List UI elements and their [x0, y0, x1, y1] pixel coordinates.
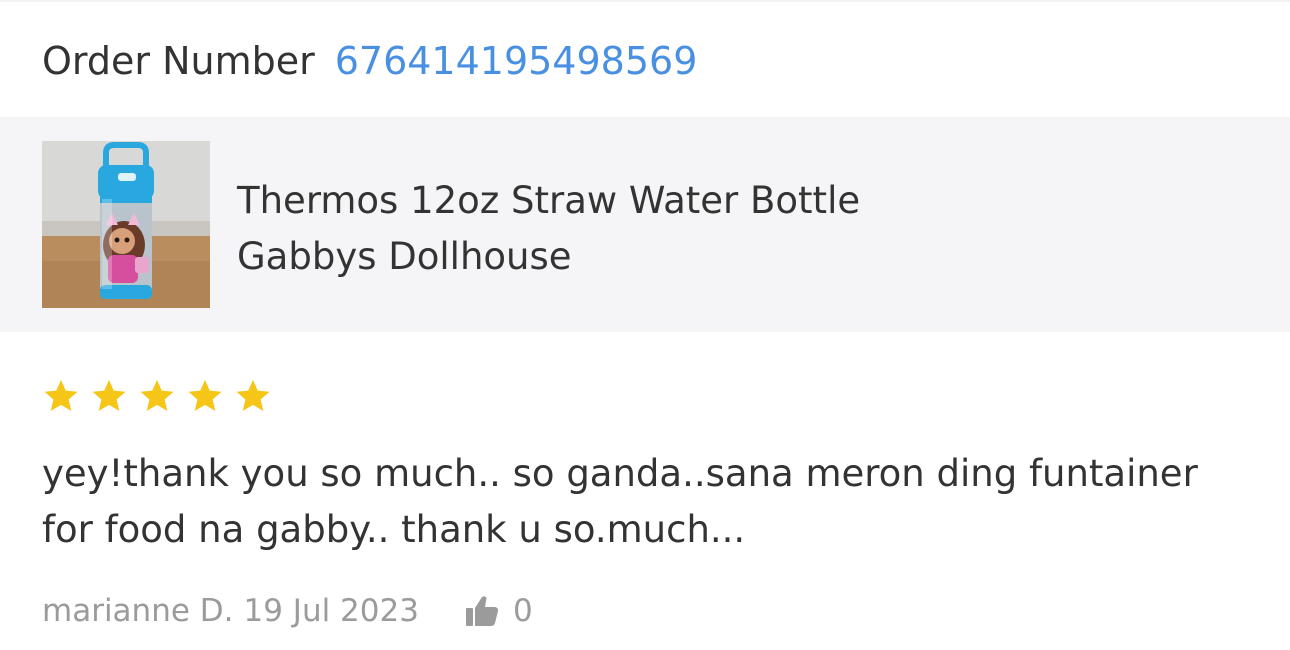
product-title-line: Thermos 12oz Straw Water Bottle — [237, 179, 861, 222]
review-text-line: yey!thank you so much.. so ganda..sana m… — [42, 452, 1198, 495]
review-page: Order Number 676414195498569 Thermos 12o… — [0, 0, 1290, 650]
like-button[interactable]: 0 — [465, 593, 533, 629]
product-variant-line: Gabbys Dollhouse — [237, 235, 572, 278]
star-icon — [44, 379, 78, 412]
star-icon — [236, 379, 270, 412]
order-number-row: Order Number 676414195498569 — [42, 38, 697, 84]
top-divider — [0, 0, 1290, 2]
order-number-label: Order Number — [42, 39, 315, 83]
order-number-link[interactable]: 676414195498569 — [335, 39, 698, 83]
review-author: marianne D. — [42, 593, 234, 629]
product-title[interactable]: Thermos 12oz Straw Water Bottle Gabbys D… — [237, 173, 1137, 285]
review-meta: marianne D. 19 Jul 2023 0 — [42, 590, 533, 632]
review-date: 19 Jul 2023 — [243, 593, 419, 629]
review-text: yey!thank you so much.. so ganda..sana m… — [42, 446, 1262, 558]
like-count: 0 — [512, 593, 533, 629]
product-thumbnail[interactable] — [42, 141, 210, 308]
thumbs-up-icon — [465, 596, 499, 626]
star-rating — [42, 377, 272, 415]
star-icon — [140, 379, 174, 412]
review-text-line: for food na gabby.. thank u so.much... — [42, 508, 746, 551]
star-icon — [188, 379, 222, 412]
product-card[interactable]: Thermos 12oz Straw Water Bottle Gabbys D… — [0, 117, 1290, 332]
water-bottle-image — [42, 141, 210, 308]
star-icon — [92, 379, 126, 412]
